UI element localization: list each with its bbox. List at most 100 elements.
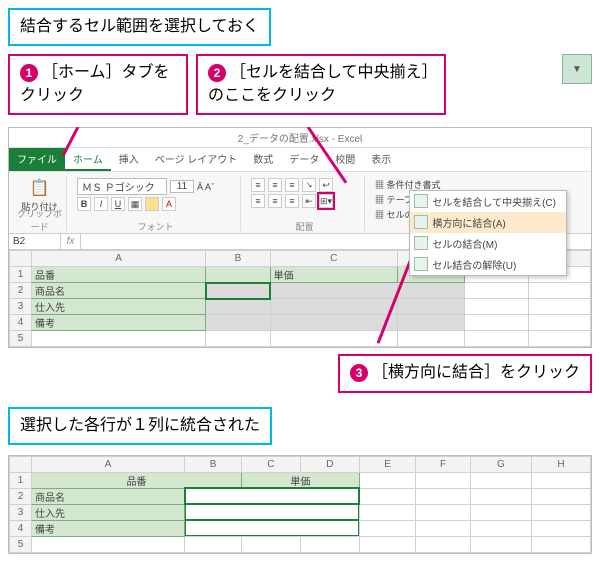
align-left-icon[interactable]: ≡ xyxy=(251,194,265,208)
merged-cell[interactable]: 品番 xyxy=(32,472,242,488)
align-center-icon[interactable]: ≡ xyxy=(268,194,282,208)
underline-button[interactable]: U xyxy=(111,197,125,211)
cell[interactable] xyxy=(416,520,470,536)
cell[interactable] xyxy=(464,315,528,331)
align-top-icon[interactable]: ≡ xyxy=(251,178,265,192)
cell[interactable] xyxy=(464,299,528,315)
tab-file[interactable]: ファイル xyxy=(9,148,65,171)
cell[interactable] xyxy=(531,536,590,552)
cell[interactable] xyxy=(241,536,300,552)
cell[interactable] xyxy=(470,472,531,488)
cell[interactable] xyxy=(185,536,242,552)
merge-menu-merge[interactable]: セルの結合(M) xyxy=(410,233,566,254)
font-color-button[interactable]: A xyxy=(162,197,176,211)
cell[interactable] xyxy=(531,472,590,488)
cell[interactable] xyxy=(416,488,470,504)
cell[interactable] xyxy=(270,315,397,331)
cell[interactable] xyxy=(529,331,591,347)
row-header[interactable]: 2 xyxy=(10,283,32,299)
border-button[interactable]: ▦ xyxy=(128,197,142,211)
col-header[interactable]: A xyxy=(32,456,185,472)
cell[interactable] xyxy=(464,283,528,299)
cell[interactable] xyxy=(470,520,531,536)
cell[interactable] xyxy=(206,331,270,347)
fx-icon[interactable]: fx xyxy=(61,234,81,249)
corner-cell[interactable] xyxy=(10,251,32,267)
cell[interactable] xyxy=(359,536,416,552)
tab-view[interactable]: 表示 xyxy=(363,148,399,171)
col-header[interactable]: C xyxy=(270,251,397,267)
tab-layout[interactable]: ページ レイアウト xyxy=(147,148,246,171)
row-header[interactable]: 3 xyxy=(10,299,32,315)
cell[interactable] xyxy=(531,488,590,504)
cell[interactable] xyxy=(270,283,397,299)
tab-data[interactable]: データ xyxy=(281,148,327,171)
fill-color-button[interactable] xyxy=(145,197,159,211)
cell[interactable]: 仕入先 xyxy=(32,299,206,315)
row-header[interactable]: 3 xyxy=(10,504,32,520)
cell[interactable] xyxy=(359,520,416,536)
cell[interactable] xyxy=(397,299,464,315)
merge-center-button[interactable]: ⊞▾ xyxy=(319,194,333,208)
col-header[interactable]: C xyxy=(241,456,300,472)
merge-menu-across[interactable]: 横方向に結合(A) xyxy=(410,212,566,233)
cell[interactable]: 備考 xyxy=(32,520,185,536)
tab-formulas[interactable]: 数式 xyxy=(245,148,281,171)
cell[interactable] xyxy=(300,536,359,552)
cell[interactable]: 単価 xyxy=(270,267,397,283)
cell[interactable] xyxy=(270,331,397,347)
col-header[interactable]: B xyxy=(206,251,270,267)
cell[interactable]: 備考 xyxy=(32,315,206,331)
merged-cell[interactable]: 単価 xyxy=(241,472,359,488)
cell[interactable] xyxy=(270,299,397,315)
cell[interactable] xyxy=(529,283,591,299)
corner-cell[interactable] xyxy=(10,456,32,472)
col-header[interactable]: D xyxy=(300,456,359,472)
cell[interactable] xyxy=(206,283,270,299)
tab-review[interactable]: 校閲 xyxy=(327,148,363,171)
merge-dropdown-button[interactable]: ▼ xyxy=(562,54,592,84)
cell[interactable] xyxy=(359,504,416,520)
row-header[interactable]: 5 xyxy=(10,536,32,552)
cell[interactable] xyxy=(531,520,590,536)
paste-icon[interactable]: 📋 xyxy=(19,178,60,198)
cell[interactable]: 品番 xyxy=(32,267,206,283)
align-right-icon[interactable]: ≡ xyxy=(285,194,299,208)
cell[interactable] xyxy=(359,472,416,488)
font-name[interactable]: ＭＳ Ｐゴシック xyxy=(77,178,167,195)
cell[interactable] xyxy=(531,504,590,520)
row-header[interactable]: 4 xyxy=(10,315,32,331)
row-header[interactable]: 1 xyxy=(10,267,32,283)
align-mid-icon[interactable]: ≡ xyxy=(268,178,282,192)
cell[interactable] xyxy=(32,331,206,347)
cell[interactable] xyxy=(206,299,270,315)
cell[interactable] xyxy=(416,472,470,488)
tab-home[interactable]: ホーム xyxy=(65,148,111,171)
font-size[interactable]: 11 xyxy=(170,180,194,193)
cell[interactable]: 商品名 xyxy=(32,488,185,504)
row-header[interactable]: 4 xyxy=(10,520,32,536)
cell[interactable] xyxy=(206,267,270,283)
cell[interactable] xyxy=(470,504,531,520)
cell[interactable] xyxy=(416,504,470,520)
cell[interactable] xyxy=(464,331,528,347)
merge-menu-unmerge[interactable]: セル結合の解除(U) xyxy=(410,254,566,275)
italic-button[interactable]: I xyxy=(94,197,108,211)
row-header[interactable]: 2 xyxy=(10,488,32,504)
row-header[interactable]: 1 xyxy=(10,472,32,488)
orientation-icon[interactable]: ⭨ xyxy=(302,178,316,192)
cell[interactable]: 仕入先 xyxy=(32,504,185,520)
col-header[interactable]: B xyxy=(185,456,242,472)
row-header[interactable]: 5 xyxy=(10,331,32,347)
cell[interactable] xyxy=(470,488,531,504)
merged-cell[interactable] xyxy=(185,520,360,536)
cell[interactable] xyxy=(206,315,270,331)
cell[interactable] xyxy=(397,315,464,331)
cell[interactable] xyxy=(529,315,591,331)
cell[interactable] xyxy=(359,488,416,504)
tab-insert[interactable]: 挿入 xyxy=(111,148,147,171)
col-header[interactable]: H xyxy=(531,456,590,472)
cell[interactable] xyxy=(397,331,464,347)
align-bot-icon[interactable]: ≡ xyxy=(285,178,299,192)
name-box[interactable]: B2 xyxy=(9,234,61,249)
